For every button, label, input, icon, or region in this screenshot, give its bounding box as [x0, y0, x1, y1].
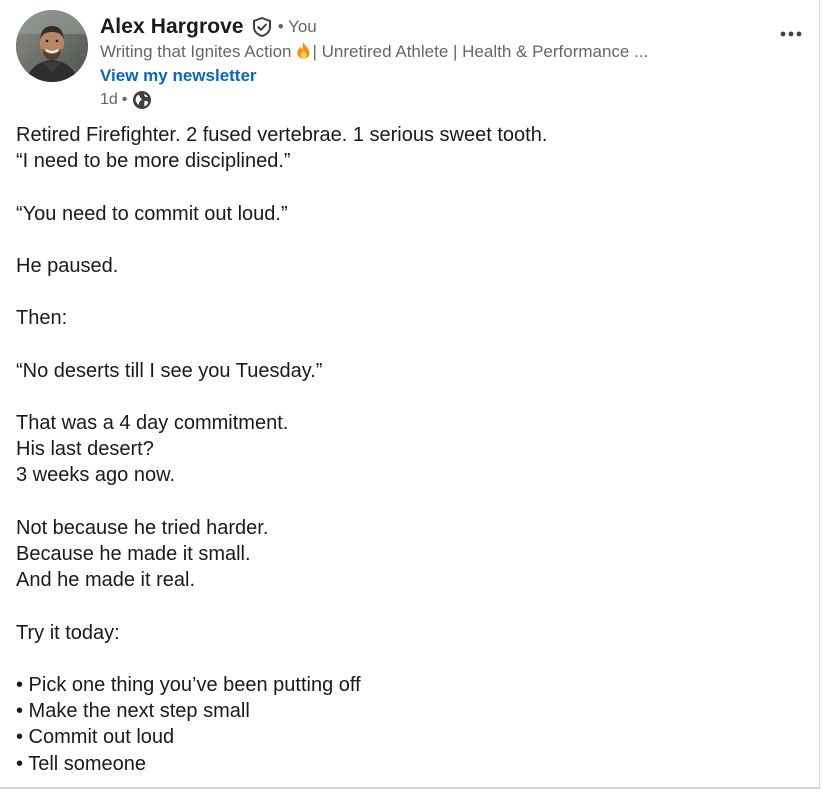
more-options-icon	[780, 31, 802, 37]
post-text-line: Try it today:	[16, 621, 120, 644]
post-text-line: And he made it real.	[16, 569, 195, 592]
post-text-line: Not because he tried harder.	[16, 516, 269, 539]
post-text-line: Retired Firefighter. 2 fused vertebrae. …	[16, 124, 548, 146]
author-tagline: Writing that Ignites Action | Unretired …	[100, 40, 740, 64]
relation-label: • You	[277, 17, 317, 36]
post-text-line: Because he made it small.	[16, 543, 251, 565]
post-text-line: “I need to be more disciplined.”	[16, 150, 291, 173]
post-text-line: “You need to commit out loud.”	[16, 202, 288, 225]
more-options-button[interactable]	[777, 20, 805, 48]
post-timestamp[interactable]: 1d	[100, 91, 118, 109]
post-header: Alex Hargrove • You Writing that Ignites…	[100, 12, 740, 112]
post-text-line: • Pick one thing you’ve been putting off	[16, 673, 361, 696]
globe-icon	[132, 90, 152, 110]
flame-emoji-icon	[296, 42, 311, 59]
post-text-line: • Commit out loud	[16, 726, 175, 749]
post-text-line: 3 weeks ago now.	[16, 464, 175, 487]
post-text-line: • Tell someone	[16, 752, 147, 775]
author-avatar[interactable]	[16, 10, 88, 82]
post-meta: 1d •	[100, 88, 740, 112]
post-text-line: “No deserts till I see you Tuesday.”	[16, 359, 323, 382]
post-text-line: That was a 4 day commitment.	[16, 412, 289, 435]
meta-separator: •	[121, 91, 128, 108]
post-text-line: Then:	[16, 307, 68, 330]
feed-post: Alex Hargrove • You Writing that Ignites…	[0, 0, 820, 789]
view-newsletter-link[interactable]: View my newsletter	[100, 64, 257, 88]
post-text: Retired Firefighter. 2 fused vertebrae. …	[16, 122, 796, 777]
post-text-line: • Make the next step small	[16, 700, 250, 723]
post-text-line: His last desert?	[16, 438, 154, 461]
author-name[interactable]: Alex Hargrove	[100, 15, 244, 39]
tagline-text-start: Writing that Ignites Action	[100, 42, 292, 61]
tagline-text-end: | Unretired Athlete | Health & Performan…	[312, 42, 649, 61]
verified-shield-icon[interactable]	[251, 16, 273, 38]
author-name-row: Alex Hargrove • You	[100, 12, 740, 42]
post-text-line: He paused.	[16, 254, 119, 277]
